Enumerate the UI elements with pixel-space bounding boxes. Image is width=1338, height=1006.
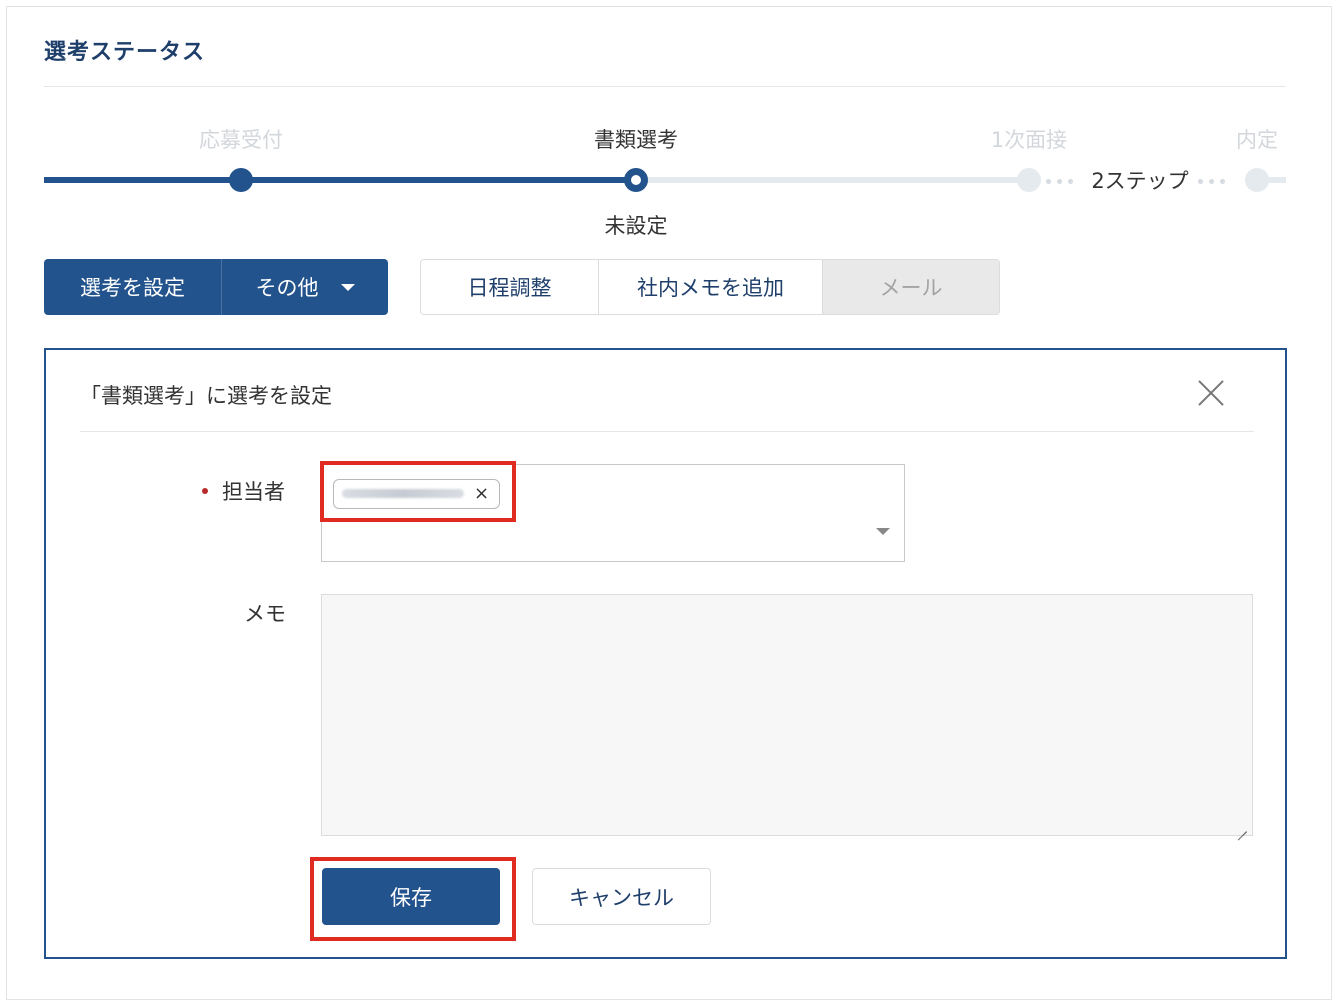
secondary-action-group: 日程調整 社内メモを追加 メール bbox=[420, 259, 1000, 315]
step-node-first-interview[interactable] bbox=[1017, 168, 1041, 192]
other-dropdown-button[interactable]: その他 bbox=[222, 259, 388, 315]
skip-dots-left bbox=[1046, 179, 1079, 184]
panel-divider bbox=[80, 431, 1254, 432]
page-title: 選考ステータス bbox=[44, 40, 206, 65]
assignee-select[interactable]: × bbox=[321, 464, 905, 562]
caret-down-icon bbox=[340, 283, 355, 291]
assignee-label: 担当者 bbox=[222, 480, 285, 504]
primary-action-group: 選考を設定 その他 bbox=[44, 259, 388, 315]
step-node-offer[interactable] bbox=[1245, 168, 1269, 192]
step-label-document-screening: 書類選考 bbox=[594, 128, 678, 152]
mail-button[interactable]: メール bbox=[823, 260, 999, 314]
close-icon[interactable] bbox=[1196, 378, 1226, 408]
current-step-status: 未設定 bbox=[604, 214, 668, 238]
set-selection-panel: 「書類選考」に選考を設定 担当者 × メモ 保存 キャンセル bbox=[44, 348, 1287, 959]
other-label: その他 bbox=[255, 276, 319, 300]
step-label-offer: 内定 bbox=[1236, 128, 1278, 152]
add-memo-button[interactable]: 社内メモを追加 bbox=[599, 260, 823, 314]
assignee-tag-name-redacted bbox=[342, 489, 464, 498]
skipped-steps-label[interactable]: 2ステップ bbox=[1091, 165, 1188, 195]
skip-dots-right bbox=[1198, 179, 1231, 184]
step-label-application: 応募受付 bbox=[199, 128, 283, 152]
step-label-first-interview: 1次面接 bbox=[990, 128, 1068, 152]
assignee-tag: × bbox=[333, 479, 500, 509]
progress-track-done bbox=[44, 177, 636, 183]
schedule-button[interactable]: 日程調整 bbox=[421, 260, 599, 314]
memo-textarea[interactable] bbox=[321, 594, 1253, 836]
cancel-button[interactable]: キャンセル bbox=[532, 868, 711, 925]
save-button[interactable]: 保存 bbox=[322, 868, 500, 925]
required-indicator bbox=[202, 488, 208, 494]
step-node-document-screening[interactable] bbox=[624, 168, 648, 192]
resize-handle-icon[interactable] bbox=[1236, 821, 1248, 833]
step-node-application[interactable] bbox=[229, 168, 253, 192]
select-arrow-icon[interactable] bbox=[876, 528, 890, 535]
memo-label: メモ bbox=[244, 602, 286, 626]
set-selection-button[interactable]: 選考を設定 bbox=[44, 259, 222, 315]
panel-title: 「書類選考」に選考を設定 bbox=[80, 384, 332, 408]
title-divider bbox=[44, 86, 1286, 87]
tag-remove-icon[interactable]: × bbox=[474, 483, 489, 504]
